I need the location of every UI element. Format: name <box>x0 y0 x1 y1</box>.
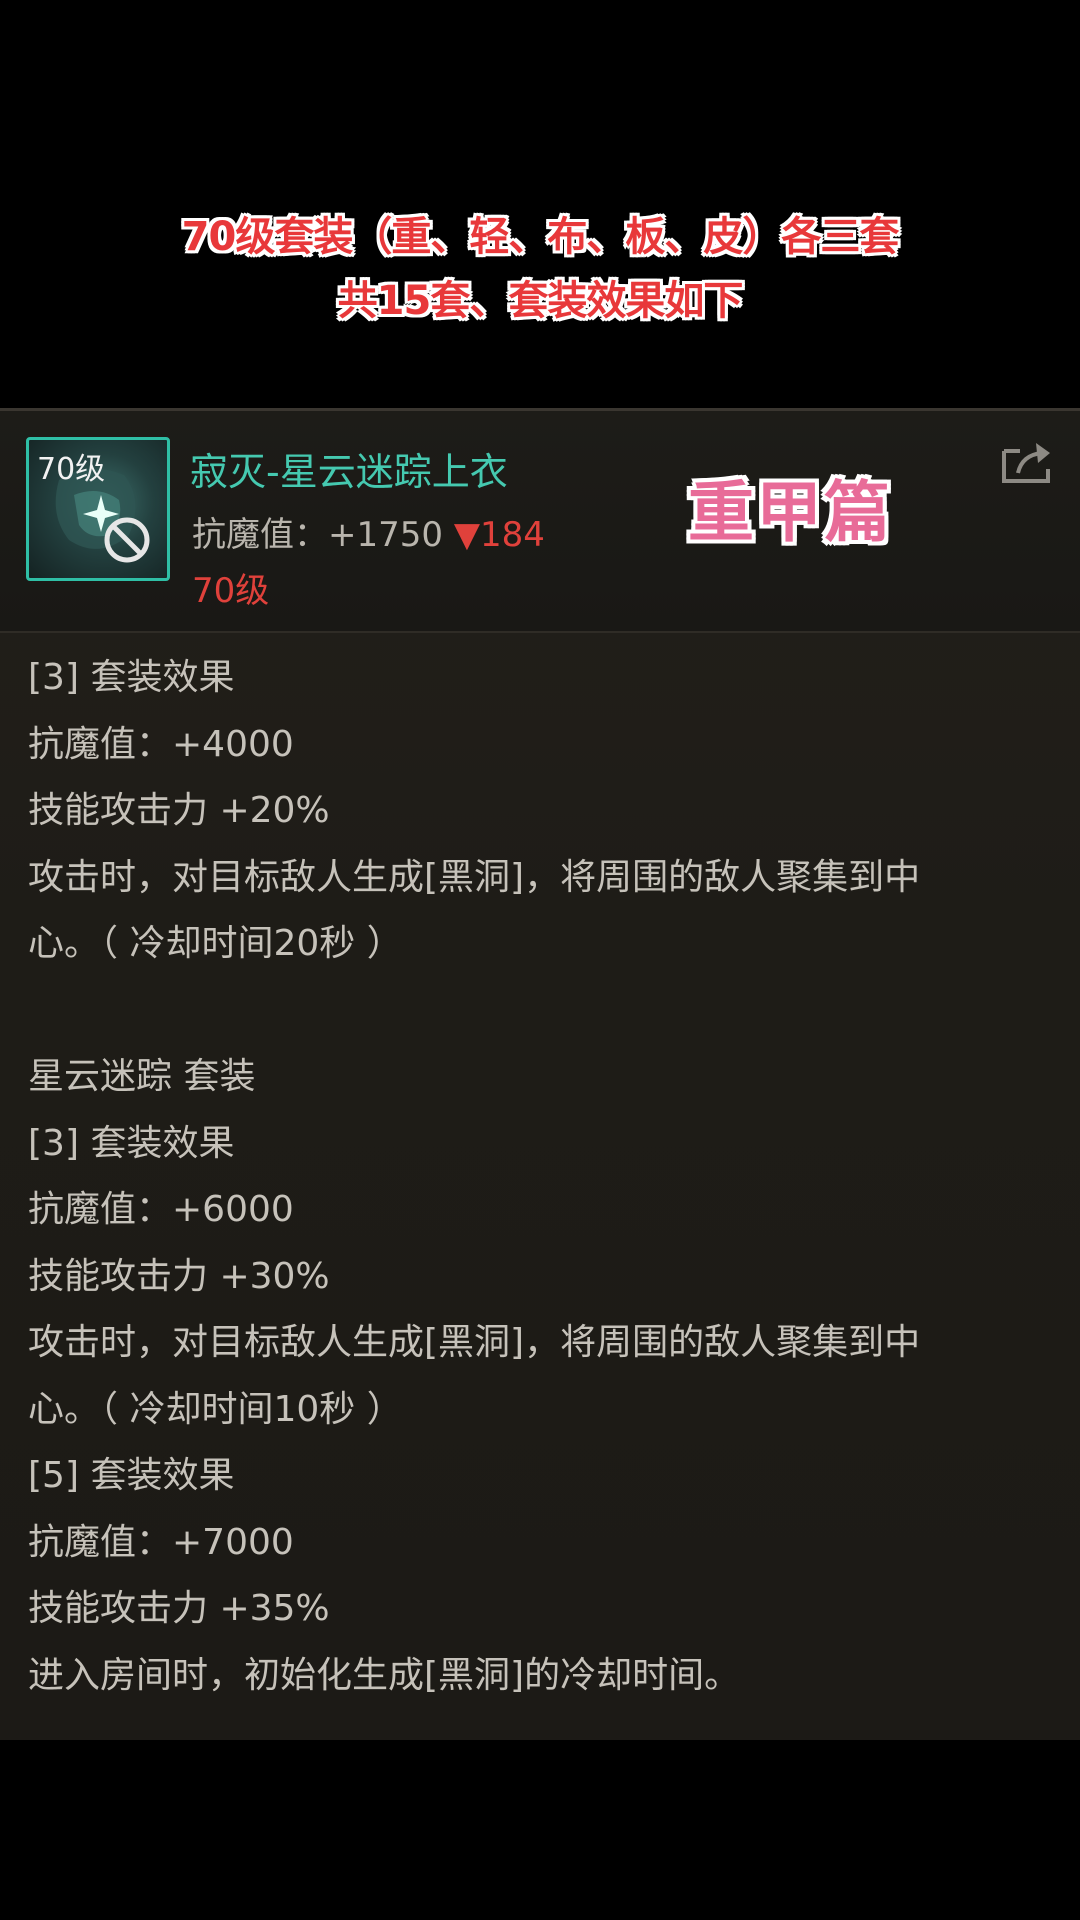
effect-line: 抗魔值：+4000 <box>28 723 294 765</box>
set-effects: [3] 套装效果 抗魔值：+4000 技能攻击力 +20% 攻击时，对目标敌人生… <box>28 645 1048 1709</box>
item-stat-delta: ▼184 <box>453 515 545 555</box>
share-button[interactable] <box>998 437 1058 487</box>
item-tooltip-panel: 70级 寂灭-星云迷踪上衣 抗魔值：+1750 ▼184 70级 重甲篇 [3]… <box>0 408 1080 1740</box>
banner-line-1: 70级套装（重、轻、布、板、皮）各三套 <box>181 214 900 260</box>
item-level: 70级 <box>192 571 270 611</box>
effect-line: [3] 套装效果 <box>28 1122 235 1164</box>
banner-line-2: 共15套、套装效果如下 <box>337 278 744 324</box>
category-tag: 重甲篇 <box>688 474 892 551</box>
effect-line: 攻击时，对目标敌人生成[黑洞]，将周围的敌人聚集到中 <box>28 1322 921 1363</box>
effect-line: 抗魔值：+7000 <box>28 1521 294 1563</box>
item-stat-label: 抗魔值：+1750 <box>192 515 444 555</box>
effect-line: 进入房间时，初始化生成[黑洞]的冷却时间。 <box>28 1654 741 1696</box>
effect-line: [5] 套装效果 <box>28 1455 235 1496</box>
item-header: 70级 寂灭-星云迷踪上衣 抗魔值：+1750 ▼184 70级 重甲篇 <box>0 411 1080 633</box>
effect-line: [3] 套装效果 <box>28 657 235 698</box>
screen: 70级套装（重、轻、布、板、皮）各三套 共15套、套装效果如下 70级 寂灭-星… <box>0 0 1080 1920</box>
effect-line: 抗魔值：+6000 <box>28 1189 294 1230</box>
item-icon-level: 70级 <box>37 452 106 487</box>
effect-line: 技能攻击力 +35% <box>28 1588 330 1629</box>
item-icon[interactable]: 70级 <box>26 437 170 581</box>
set-name: 星云迷踪 套装 <box>28 1056 256 1097</box>
item-title: 寂灭-星云迷踪上衣 <box>190 450 508 494</box>
effect-line: 攻击时，对目标敌人生成[黑洞]，将周围的敌人聚集到中 <box>28 856 921 898</box>
banner-caption: 70级套装（重、轻、布、板、皮）各三套 共15套、套装效果如下 <box>0 205 1080 333</box>
effect-line: 心。（ 冷却时间10秒 ） <box>28 1388 403 1430</box>
effect-line: 心。（ 冷却时间20秒 ） <box>28 923 403 964</box>
effect-line: 技能攻击力 +20% <box>28 790 330 831</box>
item-stat: 抗魔值：+1750 ▼184 <box>192 507 545 556</box>
share-icon <box>1002 443 1050 483</box>
effect-line: 技能攻击力 +30% <box>28 1255 330 1297</box>
